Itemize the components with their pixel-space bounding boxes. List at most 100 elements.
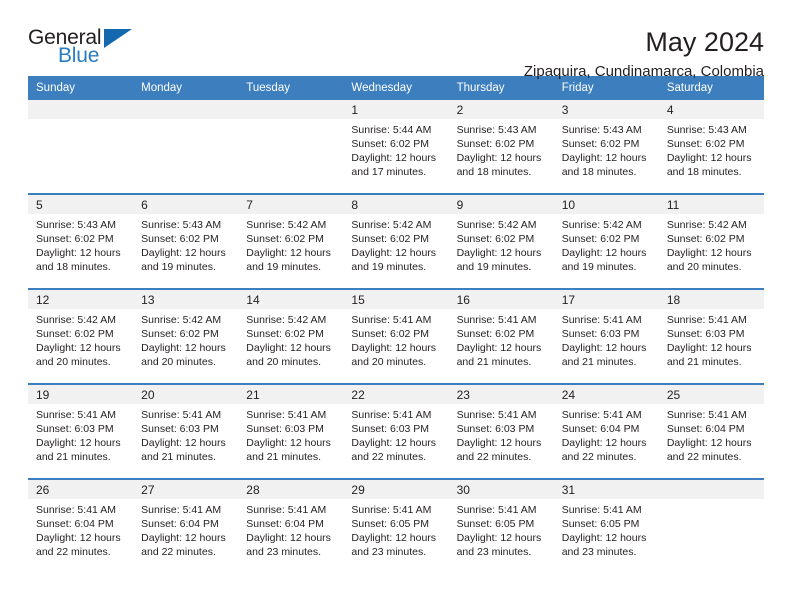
daylight-text-line1: Daylight: 12 hours <box>351 437 437 449</box>
sunrise-text: Sunrise: 5:44 AM <box>351 124 432 136</box>
day-cell[interactable]: Sunrise: 5:41 AM Sunset: 6:03 PM Daylight:… <box>343 404 449 470</box>
day-cell[interactable]: Sunrise: 5:41 AM Sunset: 6:03 PM Daylight:… <box>133 404 239 470</box>
week-separator-cell <box>28 375 764 385</box>
day-cell[interactable]: Sunrise: 5:42 AM Sunset: 6:02 PM Daylight:… <box>658 214 764 280</box>
daylight-text-line1: Daylight: 12 hours <box>141 247 226 259</box>
sunrise-text: Sunrise: 5:41 AM <box>36 504 116 516</box>
sunrise-text: Sunrise: 5:42 AM <box>246 314 327 326</box>
day-cell[interactable]: Sunrise: 5:41 AM Sunset: 6:03 PM Daylight:… <box>553 309 659 375</box>
calendar-page: General Blue May 2024 Zipaquira, Cundina… <box>0 0 792 612</box>
sunset-text: Sunset: 6:02 PM <box>456 233 535 245</box>
sunrise-text: Sunrise: 5:43 AM <box>666 124 747 136</box>
sunrise-text: Sunrise: 5:41 AM <box>351 314 432 326</box>
day-cell[interactable]: Sunrise: 5:42 AM Sunset: 6:02 PM Daylight:… <box>343 214 449 280</box>
daylight-text-line1: Daylight: 12 hours <box>456 152 542 164</box>
sunset-text: Sunset: 6:02 PM <box>666 138 745 150</box>
sunrise-text: Sunrise: 5:41 AM <box>456 504 537 516</box>
day-cell[interactable]: Sunrise: 5:41 AM Sunset: 6:03 PM Daylight:… <box>448 404 554 470</box>
weekday-header-monday: Monday <box>133 76 239 100</box>
daylight-text-line1: Daylight: 12 hours <box>246 437 331 449</box>
day-number: 5 <box>28 195 134 214</box>
sunset-text: Sunset: 6:02 PM <box>36 328 114 340</box>
sunrise-text: Sunrise: 5:42 AM <box>351 219 432 231</box>
day-number: 14 <box>238 290 344 309</box>
day-number: 3 <box>553 100 659 119</box>
sunset-text: Sunset: 6:03 PM <box>561 328 640 340</box>
daylight-text-line1: Daylight: 12 hours <box>246 532 331 544</box>
daylight-text-line1: Daylight: 12 hours <box>36 437 121 449</box>
day-cell[interactable]: Sunrise: 5:41 AM Sunset: 6:05 PM Daylight:… <box>448 499 554 565</box>
sunset-text: Sunset: 6:05 PM <box>561 518 640 530</box>
day-cell[interactable]: Sunrise: 5:44 AM Sunset: 6:02 PM Daylight:… <box>343 119 449 185</box>
day-number <box>28 100 134 119</box>
day-cell[interactable]: Sunrise: 5:41 AM Sunset: 6:04 PM Daylight:… <box>553 404 659 470</box>
brand-logo[interactable]: General Blue <box>28 26 148 72</box>
daylight-text-line2: and 20 minutes. <box>141 356 216 368</box>
day-cell[interactable]: Sunrise: 5:41 AM Sunset: 6:03 PM Daylight:… <box>658 309 764 375</box>
day-cell[interactable]: Sunrise: 5:42 AM Sunset: 6:02 PM Daylight:… <box>553 214 659 280</box>
day-cell[interactable]: Sunrise: 5:42 AM Sunset: 6:02 PM Daylight:… <box>133 309 239 375</box>
day-cell[interactable]: Sunrise: 5:43 AM Sunset: 6:02 PM Daylight:… <box>658 119 764 185</box>
sunset-text: Sunset: 6:03 PM <box>351 423 430 435</box>
sunset-text: Sunset: 6:02 PM <box>351 328 430 340</box>
sunset-text: Sunset: 6:05 PM <box>351 518 430 530</box>
sunrise-text: Sunrise: 5:41 AM <box>561 504 642 516</box>
daylight-text-line1: Daylight: 12 hours <box>141 342 226 354</box>
sunrise-text: Sunrise: 5:41 AM <box>246 504 327 516</box>
day-cell[interactable]: Sunrise: 5:43 AM Sunset: 6:02 PM Daylight:… <box>133 214 239 280</box>
page-title: May 2024 <box>645 27 764 57</box>
daylight-text-line1: Daylight: 12 hours <box>141 532 226 544</box>
day-detail-row: Sunrise: 5:43 AM Sunset: 6:02 PM Daylight:… <box>28 214 764 280</box>
day-cell[interactable]: Sunrise: 5:42 AM Sunset: 6:02 PM Daylight:… <box>28 309 134 375</box>
daylight-text-line2: and 22 minutes. <box>456 451 532 463</box>
day-number: 7 <box>238 195 344 214</box>
sunrise-text: Sunrise: 5:41 AM <box>456 409 537 421</box>
weekday-header-sunday: Sunday <box>28 76 134 100</box>
sunrise-text: Sunrise: 5:41 AM <box>141 409 222 421</box>
day-number: 21 <box>238 385 344 404</box>
day-cell[interactable]: Sunrise: 5:41 AM Sunset: 6:04 PM Daylight:… <box>658 404 764 470</box>
day-cell[interactable]: Sunrise: 5:43 AM Sunset: 6:02 PM Daylight:… <box>28 214 134 280</box>
day-cell[interactable]: Sunrise: 5:41 AM Sunset: 6:04 PM Daylight:… <box>238 499 344 565</box>
daylight-text-line1: Daylight: 12 hours <box>561 247 647 259</box>
day-cell[interactable]: Sunrise: 5:43 AM Sunset: 6:02 PM Daylight:… <box>448 119 554 185</box>
daylight-text-line2: and 19 minutes. <box>351 261 427 273</box>
day-number: 31 <box>553 480 659 499</box>
sunset-text: Sunset: 6:02 PM <box>141 328 219 340</box>
daylight-text-line2: and 18 minutes. <box>456 166 532 178</box>
sunrise-text: Sunrise: 5:42 AM <box>456 219 537 231</box>
day-number: 19 <box>28 385 134 404</box>
sunset-text: Sunset: 6:02 PM <box>456 328 535 340</box>
sunset-text: Sunset: 6:02 PM <box>456 138 535 150</box>
day-cell[interactable]: Sunrise: 5:42 AM Sunset: 6:02 PM Daylight:… <box>238 214 344 280</box>
weekday-header-wednesday: Wednesday <box>343 76 449 100</box>
day-cell[interactable]: Sunrise: 5:41 AM Sunset: 6:03 PM Daylight:… <box>238 404 344 470</box>
sunset-text: Sunset: 6:03 PM <box>36 423 114 435</box>
daynumber-row: 1 2 3 4 <box>28 100 764 119</box>
day-cell[interactable]: Sunrise: 5:41 AM Sunset: 6:02 PM Daylight:… <box>343 309 449 375</box>
page-header: General Blue May 2024 Zipaquira, Cundina… <box>28 0 764 80</box>
day-cell[interactable]: Sunrise: 5:42 AM Sunset: 6:02 PM Daylight:… <box>448 214 554 280</box>
daylight-text-line2: and 22 minutes. <box>561 451 637 463</box>
day-number: 18 <box>658 290 764 309</box>
day-cell[interactable]: Sunrise: 5:41 AM Sunset: 6:04 PM Daylight:… <box>28 499 134 565</box>
day-cell[interactable]: Sunrise: 5:41 AM Sunset: 6:02 PM Daylight:… <box>448 309 554 375</box>
sunrise-text: Sunrise: 5:42 AM <box>666 219 747 231</box>
daylight-text-line2: and 19 minutes. <box>456 261 532 273</box>
day-cell[interactable]: Sunrise: 5:41 AM Sunset: 6:05 PM Daylight:… <box>553 499 659 565</box>
day-cell[interactable] <box>133 119 239 185</box>
sunrise-sunset-calendar: Sunday Monday Tuesday Wednesday Thursday… <box>28 76 764 565</box>
day-cell[interactable]: Sunrise: 5:41 AM Sunset: 6:03 PM Daylight:… <box>28 404 134 470</box>
daylight-text-line2: and 22 minutes. <box>351 451 427 463</box>
week-separator-cell <box>28 280 764 290</box>
day-cell[interactable] <box>28 119 134 185</box>
sunset-text: Sunset: 6:04 PM <box>666 423 745 435</box>
day-cell[interactable] <box>238 119 344 185</box>
day-cell[interactable]: Sunrise: 5:42 AM Sunset: 6:02 PM Daylight:… <box>238 309 344 375</box>
day-cell[interactable]: Sunrise: 5:41 AM Sunset: 6:04 PM Daylight:… <box>133 499 239 565</box>
day-cell[interactable] <box>658 499 764 565</box>
day-cell[interactable]: Sunrise: 5:43 AM Sunset: 6:02 PM Daylight:… <box>553 119 659 185</box>
daylight-text-line2: and 21 minutes. <box>456 356 532 368</box>
daylight-text-line2: and 21 minutes. <box>666 356 742 368</box>
day-cell[interactable]: Sunrise: 5:41 AM Sunset: 6:05 PM Daylight:… <box>343 499 449 565</box>
